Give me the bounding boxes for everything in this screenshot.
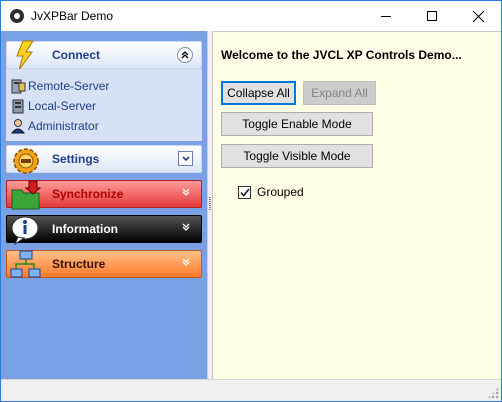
lightning-icon [16, 40, 34, 71]
grouped-label: Grouped [257, 185, 304, 199]
splitter-grip[interactable] [209, 197, 211, 211]
group-header-settings[interactable]: Settings [6, 145, 202, 174]
double-chevron-down-icon[interactable] [182, 223, 190, 231]
close-button[interactable] [455, 1, 501, 31]
maximize-button[interactable] [409, 1, 455, 31]
size-grip[interactable] [487, 387, 499, 399]
close-icon [472, 10, 484, 22]
group-header-connect[interactable]: Connect [6, 40, 202, 71]
minimize-button[interactable] [363, 1, 409, 31]
group-header-synchronize[interactable]: Synchronize [6, 180, 202, 210]
remote-server-icon [11, 79, 26, 94]
double-chevron-up-icon [181, 51, 189, 59]
item-label: Administrator [28, 119, 99, 133]
toggle-enable-mode-button[interactable]: Toggle Enable Mode [221, 112, 373, 136]
group-header-structure[interactable]: Structure [6, 250, 202, 278]
item-local-server[interactable]: Local-Server [10, 97, 96, 115]
item-remote-server[interactable]: Remote-Server [10, 77, 109, 95]
info-icon [11, 216, 39, 246]
group-label-information: Information [52, 222, 118, 236]
paw-icon [10, 9, 24, 23]
group-label-synchronize: Synchronize [52, 187, 124, 201]
welcome-heading: Welcome to the JVCL XP Controls Demo... [221, 48, 462, 62]
grouped-checkbox[interactable] [238, 185, 251, 199]
expand-all-button[interactable]: Expand All [303, 81, 376, 105]
network-icon [10, 250, 41, 278]
app-window: JvXPBar Demo Connect Remote-Server Local… [0, 0, 502, 402]
collapse-all-button[interactable]: Collapse All [221, 81, 296, 105]
group-body-connect: Remote-Server Local-Server Administrator [6, 69, 202, 141]
item-label: Remote-Server [28, 79, 110, 93]
group-label-settings: Settings [52, 152, 100, 166]
sync-folder-icon [11, 180, 42, 210]
double-chevron-down-icon[interactable] [182, 188, 190, 196]
expand-group-button[interactable] [178, 151, 193, 166]
group-label-connect: Connect [52, 48, 100, 62]
xp-bar-panel: Connect Remote-Server Local-Server Admin… [1, 31, 207, 379]
status-bar [1, 379, 501, 401]
chevron-down-icon [181, 155, 190, 161]
local-server-icon [12, 99, 24, 114]
item-administrator[interactable]: Administrator [10, 117, 99, 135]
group-label-structure: Structure [52, 257, 106, 271]
window-title: JvXPBar Demo [31, 9, 114, 23]
toggle-visible-mode-button[interactable]: Toggle Visible Mode [221, 144, 373, 168]
maximize-icon [427, 11, 437, 21]
minimize-icon [381, 15, 391, 17]
collapse-group-button[interactable] [177, 47, 193, 63]
item-label: Local-Server [28, 99, 97, 113]
grouped-checkbox-row[interactable]: Grouped [238, 185, 304, 199]
content-panel: Welcome to the JVCL XP Controls Demo... … [212, 31, 501, 379]
checkmark-icon [239, 188, 250, 197]
title-bar[interactable]: JvXPBar Demo [1, 1, 501, 31]
group-header-information[interactable]: Information [6, 215, 202, 246]
gear-icon [13, 148, 39, 174]
administrator-icon [10, 119, 26, 134]
double-chevron-down-icon[interactable] [182, 258, 190, 266]
